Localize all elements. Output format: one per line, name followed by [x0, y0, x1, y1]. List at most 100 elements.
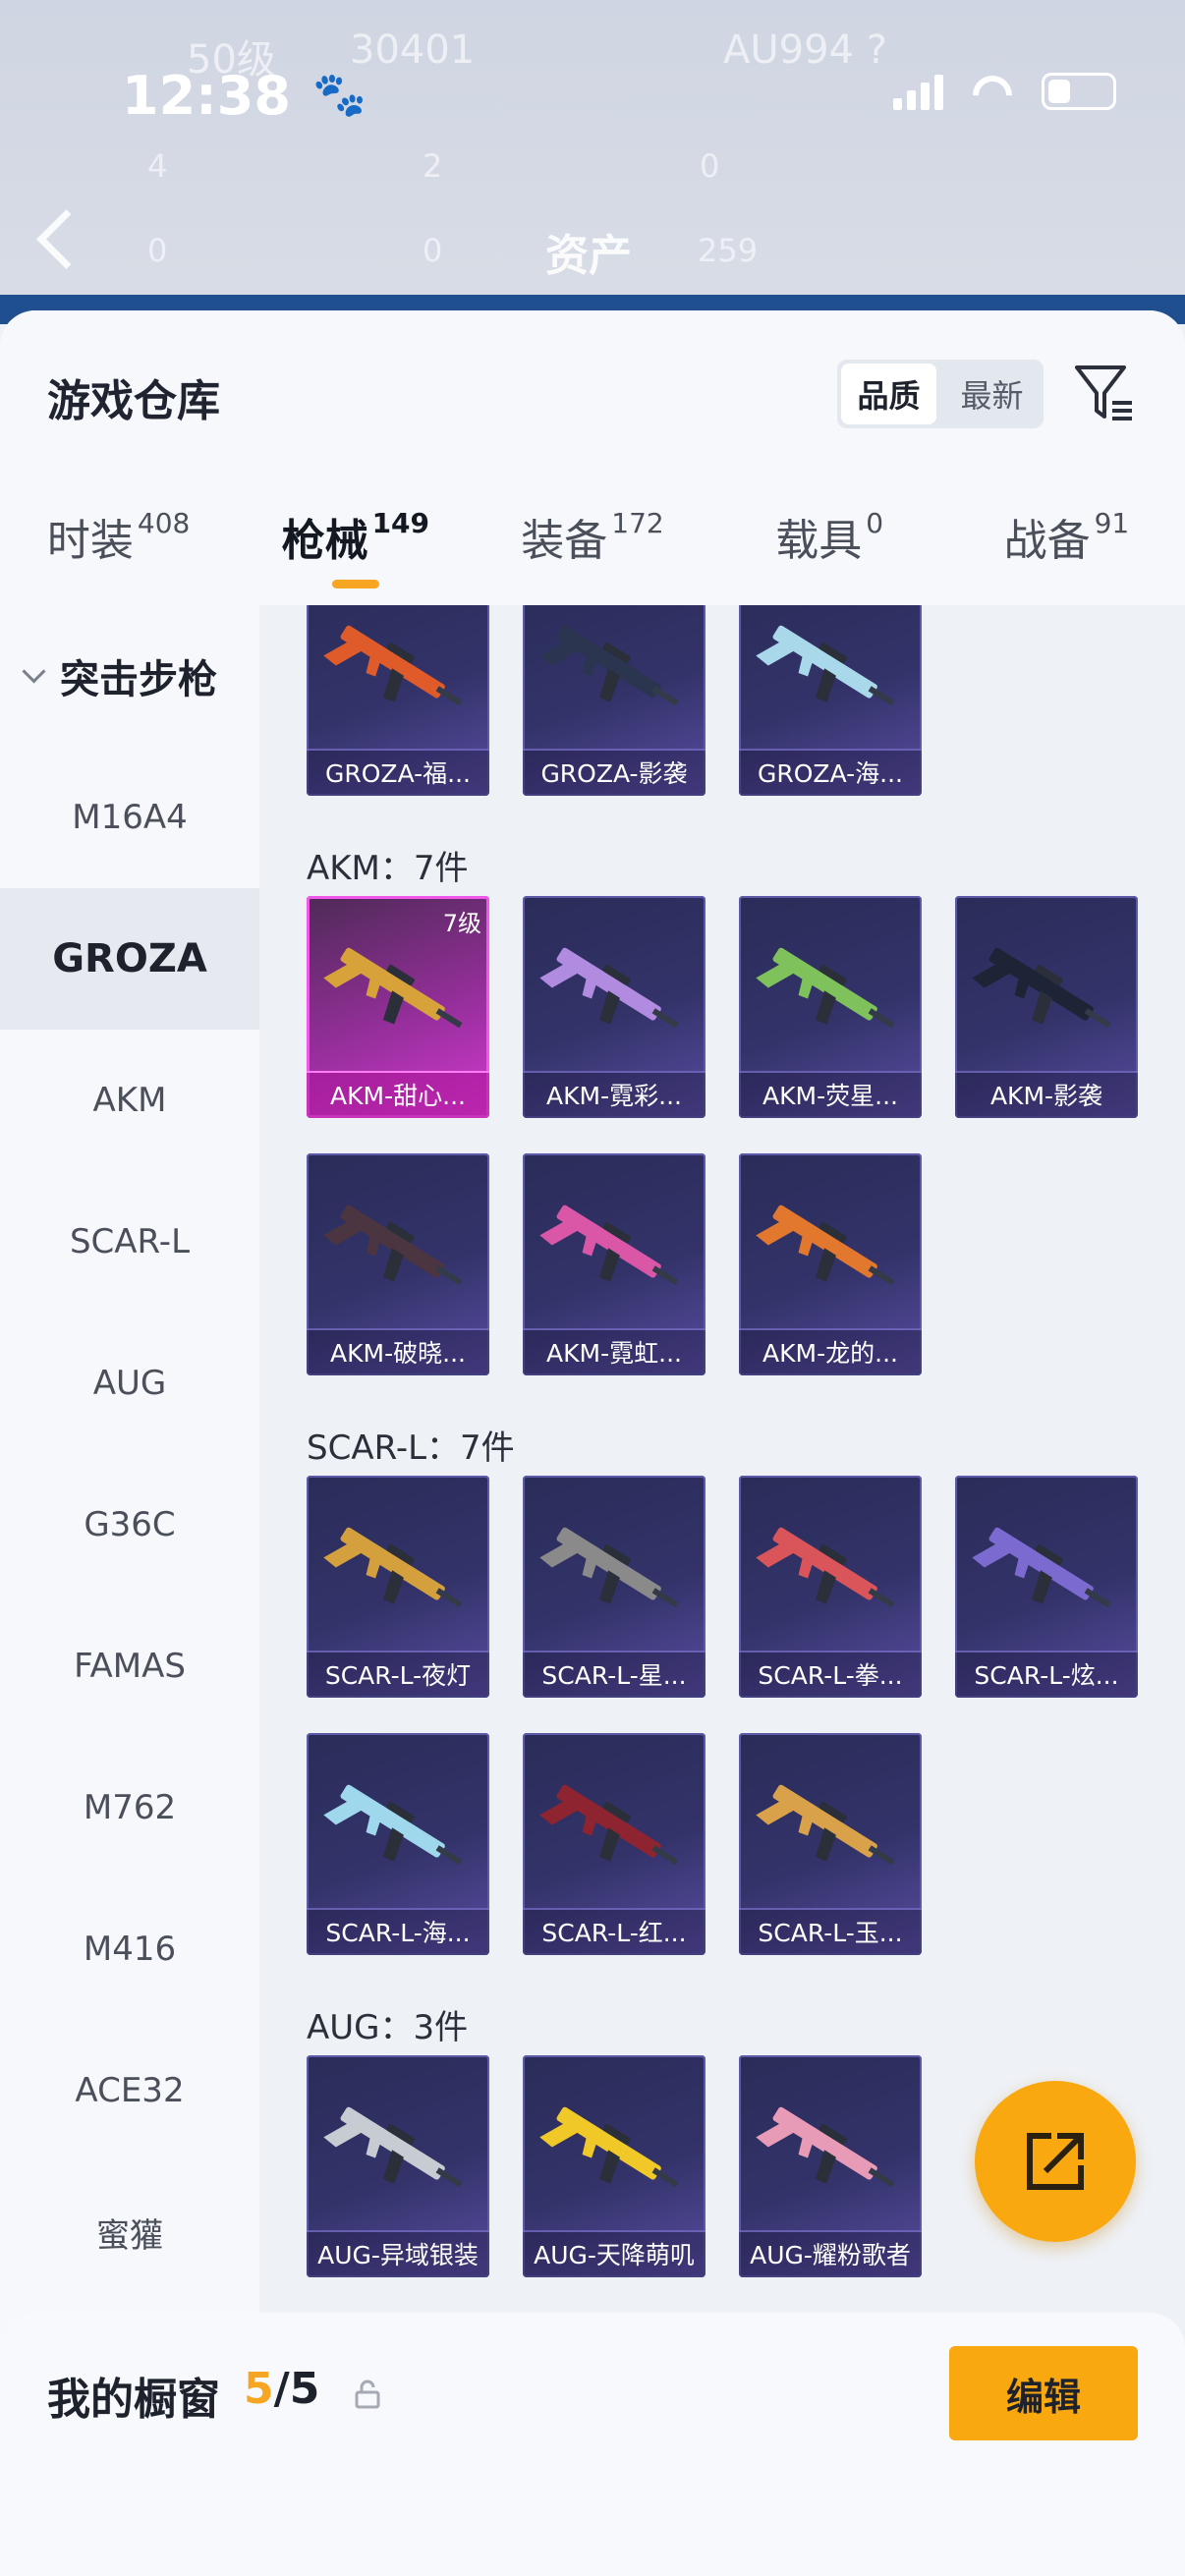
weapon-card[interactable]: SCAR-L-海...	[307, 1733, 489, 1955]
showcase-separator: /	[273, 2364, 290, 2414]
sidebar-item-famas[interactable]: FAMAS	[0, 1596, 259, 1737]
showcase-total: 5	[289, 2364, 320, 2414]
weapon-card[interactable]: AKM-龙的...	[739, 1153, 922, 1375]
tab-equipment[interactable]: 装备 172	[474, 505, 710, 603]
weapon-card[interactable]: SCAR-L-红...	[523, 1733, 705, 1955]
tab-active-indicator	[331, 580, 379, 588]
rifle-icon	[756, 2106, 895, 2188]
bg-stat-3: 0	[700, 147, 720, 185]
share-icon	[1027, 2133, 1084, 2190]
weapon-card[interactable]: SCAR-L-炫...	[955, 1476, 1138, 1698]
filter-icon[interactable]	[1073, 362, 1136, 424]
tab-label: 装备	[521, 516, 608, 566]
weapon-card[interactable]: SCAR-L-玉...	[739, 1733, 922, 1955]
weapon-sidebar: 突击步枪 M16A4 GROZA AKM SCAR-L AUG G36C FAM…	[0, 605, 259, 2452]
lock-icon	[355, 2380, 380, 2409]
sidebar-item-honey-badger[interactable]: 蜜獾	[0, 2161, 259, 2303]
bg-stat-1: 4	[147, 147, 168, 185]
weapon-card[interactable]: GROZA-影袭	[523, 605, 705, 796]
showcase-current: 5	[244, 2364, 274, 2414]
weapon-card[interactable]: SCAR-L-拳...	[739, 1476, 922, 1698]
bg-stat-5: 0	[423, 232, 443, 269]
tab-firearms[interactable]: 枪械 149	[237, 505, 474, 603]
section-title: SCAR-L：7件	[307, 1428, 515, 1468]
weapon-card-label: SCAR-L-拳...	[739, 1651, 922, 1698]
rifle-icon	[756, 625, 895, 706]
weapon-card-label: AKM-霓虹...	[523, 1328, 705, 1375]
sidebar-category-label: 突击步枪	[60, 657, 217, 702]
weapon-card[interactable]: 7级 AKM-甜心...	[307, 896, 489, 1118]
weapon-card[interactable]: GROZA-福...	[307, 605, 489, 796]
rifle-icon	[756, 1204, 895, 1286]
back-arrow-icon[interactable]	[36, 209, 96, 269]
rifle-icon	[539, 1784, 679, 1866]
sheet-title: 游戏仓库	[47, 376, 220, 426]
tab-vehicles[interactable]: 载具 0	[711, 505, 948, 603]
sidebar-item-akm[interactable]: AKM	[0, 1030, 259, 1171]
weapon-card[interactable]: AKM-影袭	[955, 896, 1138, 1118]
sidebar-item-aug[interactable]: AUG	[0, 1313, 259, 1454]
weapon-card[interactable]: AKM-霓彩...	[523, 896, 705, 1118]
weapon-card-label: AUG-天降萌叽	[523, 2230, 705, 2277]
category-tabs: 时装 408 枪械 149 装备 172 载具 0 战备 91	[0, 505, 1185, 603]
showcase-label: 我的橱窗	[47, 2375, 220, 2425]
tab-label: 战备	[1003, 516, 1091, 566]
sort-latest-button[interactable]: 最新	[944, 364, 1040, 424]
weapon-card-label: GROZA-影袭	[523, 749, 705, 796]
weapon-card[interactable]: AKM-破晓...	[307, 1153, 489, 1375]
tab-fashion[interactable]: 时装 408	[0, 505, 237, 603]
weapon-card[interactable]: AKM-霓虹...	[523, 1153, 705, 1375]
tab-supplies[interactable]: 战备 91	[948, 505, 1185, 603]
rifle-icon	[539, 625, 679, 706]
sidebar-item-ace32[interactable]: ACE32	[0, 2020, 259, 2161]
sidebar-item-m16a4[interactable]: M16A4	[0, 747, 259, 888]
tab-label: 枪械	[281, 516, 368, 566]
weapon-card-label: AKM-破晓...	[307, 1328, 489, 1375]
chevron-down-icon	[22, 658, 46, 684]
weapon-card[interactable]: GROZA-海...	[739, 605, 922, 796]
weapon-card[interactable]: AUG-天降萌叽	[523, 2055, 705, 2277]
share-button[interactable]	[975, 2081, 1136, 2242]
rifle-icon	[756, 947, 895, 1029]
weapon-card-label: SCAR-L-红...	[523, 1908, 705, 1955]
tab-count: 149	[371, 507, 430, 539]
sidebar-item-m762[interactable]: M762	[0, 1737, 259, 1878]
weapon-card[interactable]: AKM-荧星...	[739, 896, 922, 1118]
sidebar-item-scar-l[interactable]: SCAR-L	[0, 1171, 259, 1313]
tab-label: 时装	[46, 516, 134, 566]
warehouse-sheet: 游戏仓库 品质 最新 时装 408 枪械 149 装备 172 载具 0 战备 …	[0, 310, 1185, 2576]
bg-stat-6: 259	[698, 232, 759, 269]
background-header: 50级 30401 AU994 ? 4 2 0 0 0 259 12:38 🐾 …	[0, 0, 1185, 324]
weapon-card[interactable]: AUG-异域银装	[307, 2055, 489, 2277]
rifle-icon	[539, 1204, 679, 1286]
sidebar-item-m416[interactable]: M416	[0, 1878, 259, 2020]
rifle-icon	[323, 2106, 463, 2188]
rifle-icon	[323, 625, 463, 706]
weapon-card[interactable]: SCAR-L-夜灯	[307, 1476, 489, 1698]
wifi-icon	[969, 74, 1016, 109]
tab-count: 172	[611, 507, 664, 539]
edit-button[interactable]: 编辑	[949, 2346, 1138, 2440]
rifle-icon	[539, 2106, 679, 2188]
sidebar-category-assault-rifle[interactable]: 突击步枪	[0, 605, 259, 747]
page: 50级 30401 AU994 ? 4 2 0 0 0 259 12:38 🐾 …	[0, 0, 1185, 2576]
sort-quality-button[interactable]: 品质	[841, 364, 936, 424]
rifle-icon	[323, 1784, 463, 1866]
status-time: 12:38	[122, 65, 291, 127]
paw-icon: 🐾	[312, 70, 367, 120]
weapon-card[interactable]: AUG-耀粉歌者	[739, 2055, 922, 2277]
level-badge: 7级	[442, 910, 481, 937]
weapon-card-label: GROZA-福...	[307, 749, 489, 796]
weapon-card[interactable]: SCAR-L-星...	[523, 1476, 705, 1698]
weapon-card-label: SCAR-L-炫...	[955, 1651, 1138, 1698]
weapon-card-label: AKM-甜心...	[307, 1071, 489, 1118]
sheet-header: 游戏仓库 品质 最新 时装 408 枪械 149 装备 172 载具 0 战备 …	[0, 310, 1185, 605]
sidebar-item-groza[interactable]: GROZA	[0, 888, 259, 1030]
weapon-card-label: SCAR-L-星...	[523, 1651, 705, 1698]
status-icons	[893, 73, 1116, 110]
weapon-card-label: AKM-霓彩...	[523, 1071, 705, 1118]
weapon-card-label: GROZA-海...	[739, 749, 922, 796]
weapon-card-label: AKM-影袭	[955, 1071, 1138, 1118]
weapon-card-label: SCAR-L-玉...	[739, 1908, 922, 1955]
sidebar-item-g36c[interactable]: G36C	[0, 1454, 259, 1596]
